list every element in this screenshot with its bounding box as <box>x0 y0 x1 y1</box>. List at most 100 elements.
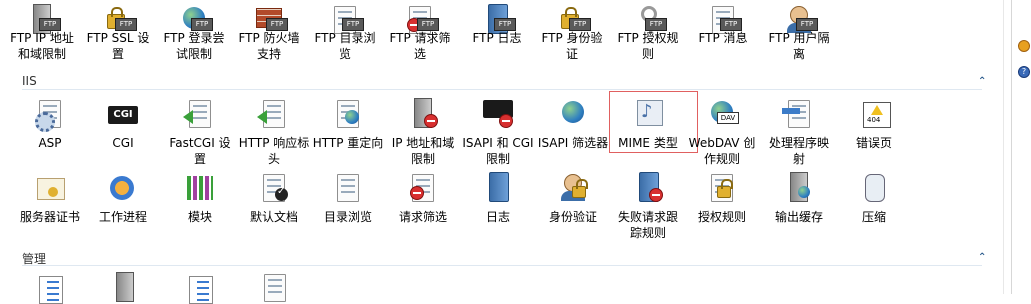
feature-tile-iis2-3[interactable]: 默认文档 <box>236 172 312 225</box>
feature-tile-iis2-0[interactable]: 服务器证书 <box>12 172 88 225</box>
feature-label: ISAPI 和 CGI 限制 <box>462 136 534 166</box>
feature-label: 模块 <box>187 210 212 224</box>
feature-tile-iis2-11[interactable]: 压缩 <box>836 172 912 225</box>
http-response-headers-icon <box>257 98 291 130</box>
logging-icon <box>481 172 515 204</box>
feature-label: 输出缓存 <box>774 210 823 224</box>
authentication-icon <box>556 172 590 204</box>
feature-label: CGI <box>112 136 134 150</box>
group-divider <box>22 265 982 266</box>
feature-label: FTP IP 地址 和域限制 <box>10 31 74 61</box>
feature-label: HTTP 重定向 <box>312 136 384 150</box>
authorization-rules-icon <box>705 172 739 204</box>
feature-label: 工作进程 <box>98 210 147 224</box>
feature-tile-iis1-7[interactable]: ISAPI 筛选器 <box>535 98 611 151</box>
group-divider <box>22 89 982 90</box>
manage-feature-1[interactable] <box>12 272 88 304</box>
feature-label: FTP 目录浏览 <box>314 31 376 61</box>
feature-tile-iis2-2[interactable]: 模块 <box>162 172 238 225</box>
feature-tile-iis1-2[interactable]: FastCGI 设置 <box>162 98 238 167</box>
feature-tile-iis2-6[interactable]: 日志 <box>460 172 536 225</box>
collapse-iis-chevron-icon[interactable]: ⌃ <box>978 77 988 87</box>
modules-icon <box>183 172 217 204</box>
iis-manager-permissions-icon <box>264 274 286 302</box>
feature-label: WebDAV 创作规则 <box>688 136 756 166</box>
feature-label: ASP <box>38 136 62 150</box>
feature-label: FTP SSL 设置 <box>86 31 150 61</box>
features-view: FTP FTP IP 地址 和域限制 FTP FTP SSL 设置 FTP FTP 登录尝试… <box>0 0 1003 304</box>
feature-label: FTP 用户隔离 <box>768 31 830 61</box>
feature-tile-iis1-3[interactable]: HTTP 响应标头 <box>236 98 312 167</box>
fastcgi-icon <box>183 98 217 130</box>
pane-splitter[interactable] <box>1003 0 1004 294</box>
feature-label: HTTP 响应标头 <box>238 136 310 166</box>
feature-label: 错误页 <box>855 136 892 150</box>
feature-label: FTP 防火墙 支持 <box>238 31 300 61</box>
feature-label: 处理程序映射 <box>768 136 829 166</box>
http-redirect-icon <box>331 98 365 130</box>
feature-tile-iis1-9[interactable]: DAV WebDAV 创作规则 <box>684 98 760 167</box>
output-caching-icon <box>782 172 816 204</box>
feature-label: FTP 日志 <box>472 31 522 45</box>
isapi-cgi-restrictions-icon <box>481 98 515 130</box>
shared-config-icon <box>116 272 134 302</box>
actions-pane: ? <box>1011 0 1031 294</box>
feature-label: FTP 消息 <box>698 31 748 45</box>
feature-tile-iis1-11[interactable]: 错误页 <box>836 98 912 151</box>
cgi-icon: CGI <box>106 98 140 130</box>
feature-tile-iis1-1[interactable]: CGI CGI <box>85 98 161 151</box>
mime-types-icon <box>631 98 665 130</box>
feature-label: FTP 请求筛选 <box>389 31 451 61</box>
asp-icon <box>33 98 67 132</box>
manage-feature-3[interactable] <box>162 272 238 304</box>
directory-browsing-icon <box>331 172 365 204</box>
help-alert-icon[interactable] <box>1018 40 1030 52</box>
manage-feature-4[interactable] <box>237 272 313 304</box>
feature-label: FTP 登录尝 试限制 <box>163 31 225 61</box>
feature-label: 默认文档 <box>249 210 298 224</box>
feature-label: 服务器证书 <box>19 210 80 224</box>
feature-delegation-icon <box>189 276 213 304</box>
feature-tile-iis2-1[interactable]: 工作进程 <box>85 172 161 225</box>
request-filtering-icon <box>406 172 440 204</box>
collapse-manage-chevron-icon[interactable]: ⌃ <box>978 253 988 263</box>
feature-tile-iis2-5[interactable]: 请求筛选 <box>385 172 461 225</box>
feature-tile-iis1-4[interactable]: HTTP 重定向 <box>310 98 386 151</box>
feature-tile-iis2-9[interactable]: 授权规则 <box>684 172 760 225</box>
default-document-icon <box>257 172 291 204</box>
feature-tile-iis2-8[interactable]: 失败请求跟 踪规则 <box>610 172 686 241</box>
handler-mappings-icon <box>782 98 816 130</box>
feature-tile-iis1-6[interactable]: ISAPI 和 CGI 限制 <box>460 98 536 167</box>
feature-tile-iis1-0[interactable]: ASP <box>12 98 88 151</box>
webdav-icon: DAV <box>705 98 739 130</box>
error-pages-icon <box>857 98 891 130</box>
isapi-filters-icon <box>556 98 590 130</box>
feature-label: 压缩 <box>861 210 886 224</box>
feature-label: 失败请求跟 踪规则 <box>617 210 678 240</box>
configuration-editor-icon <box>39 276 63 304</box>
failed-request-tracing-icon <box>631 172 665 204</box>
manage-feature-2[interactable] <box>87 272 163 304</box>
group-title-iis: IIS <box>22 74 37 88</box>
feature-tile-iis2-7[interactable]: 身份验证 <box>535 172 611 225</box>
feature-label: FTP 授权规则 <box>617 31 679 61</box>
feature-label: ISAPI 筛选器 <box>537 136 609 150</box>
feature-label: FTP 身份验证 <box>541 31 603 61</box>
feature-label: 授权规则 <box>697 210 746 224</box>
feature-label: 请求筛选 <box>398 210 447 224</box>
feature-label: 目录浏览 <box>323 210 372 224</box>
server-certificates-icon <box>33 172 67 204</box>
feature-label: MIME 类型 <box>618 136 678 150</box>
feature-tile-iis1-10[interactable]: 处理程序映射 <box>761 98 837 167</box>
feature-label: IP 地址和域 限制 <box>391 136 455 166</box>
feature-label: 日志 <box>485 210 510 224</box>
feature-tile-iis1-5[interactable]: IP 地址和域 限制 <box>385 98 461 167</box>
feature-tile-iis2-10[interactable]: 输出缓存 <box>761 172 837 225</box>
feature-label: FastCGI 设置 <box>169 136 231 166</box>
worker-processes-icon <box>106 172 140 204</box>
feature-tile-iis2-4[interactable]: 目录浏览 <box>310 172 386 225</box>
feature-tile-iis1-8[interactable]: MIME 类型 <box>610 98 686 151</box>
help-question-icon[interactable]: ? <box>1018 66 1030 78</box>
feature-label: 身份验证 <box>548 210 597 224</box>
compression-icon <box>857 172 891 204</box>
